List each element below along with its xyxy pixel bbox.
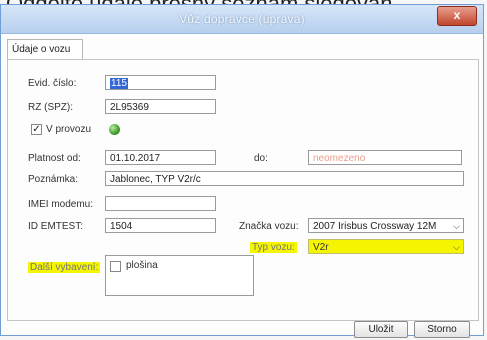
chevron-down-icon: ⌵ [453, 221, 460, 231]
save-button[interactable]: Uložit [354, 321, 408, 338]
evid-cislo-label: Evid. číslo: [28, 78, 77, 89]
chevron-down-icon: ⌵ [453, 242, 460, 252]
poznamka-label: Poznámka: [28, 174, 79, 185]
evid-cislo-field[interactable]: 115 [105, 75, 216, 90]
title-bar: Vůz dopravce (úprava) x [1, 5, 483, 34]
znacka-label: Značka vozu: [239, 221, 299, 232]
window-title: Vůz dopravce (úprava) [179, 12, 305, 26]
imei-field[interactable] [105, 196, 216, 211]
typ-vozu-value: V2r [313, 242, 329, 253]
close-button[interactable]: x [437, 6, 477, 26]
poznamka-field[interactable]: Jablonec, TYP V2r/c [105, 171, 464, 186]
evid-cislo-value: 115 [110, 78, 128, 89]
tab-udaje-o-vozu[interactable]: Údaje o vozu [7, 39, 83, 60]
plosina-label: plošina [126, 260, 158, 271]
v-provozu-label: V provozu [46, 124, 92, 135]
id-emtest-field[interactable]: 1504 [105, 218, 216, 233]
status-indicator-icon [109, 124, 120, 135]
id-emtest-label: ID EMTEST: [28, 221, 84, 232]
plosina-checkbox[interactable] [110, 261, 121, 272]
dalsi-vybaveni-list[interactable]: plošina [105, 255, 254, 296]
dialog-window: Vůz dopravce (úprava) x Údaje o vozu Evi… [0, 4, 484, 338]
do-field[interactable]: neomezeno [308, 150, 462, 165]
rz-label: RZ (SPZ): [28, 102, 73, 113]
v-provozu-checkbox[interactable]: ✓ [31, 124, 42, 135]
typ-vozu-label: Typ vozu: [250, 242, 297, 253]
dalsi-vybaveni-label: Další vybavení: [28, 262, 101, 273]
rz-field[interactable]: 2L95369 [105, 99, 216, 114]
cancel-button[interactable]: Storno [414, 321, 470, 338]
platnost-od-label: Platnost od: [28, 153, 81, 164]
platnost-od-field[interactable]: 01.10.2017 [105, 150, 216, 165]
imei-label: IMEI modemu: [28, 199, 94, 210]
znacka-select[interactable]: 2007 Irisbus Crossway 12M ⌵ [308, 218, 464, 233]
do-label: do: [254, 153, 268, 164]
znacka-value: 2007 Irisbus Crossway 12M [313, 221, 437, 232]
typ-vozu-select[interactable]: V2r ⌵ [308, 239, 464, 254]
